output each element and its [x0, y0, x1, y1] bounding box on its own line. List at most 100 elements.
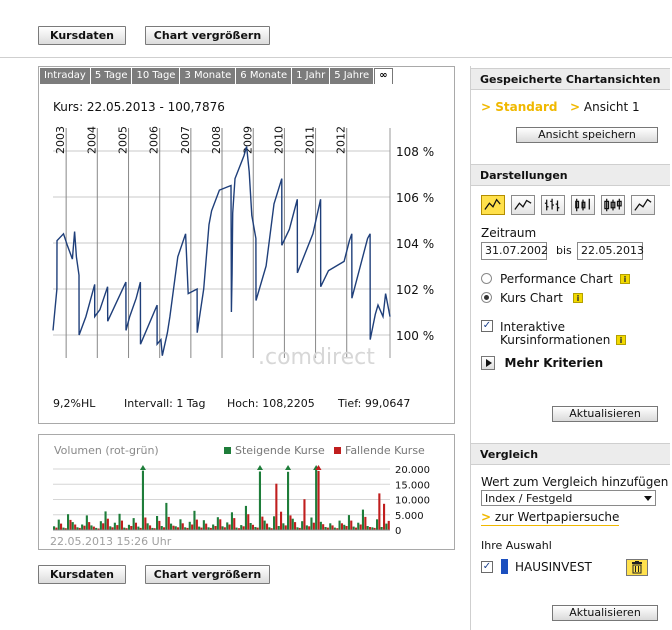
aktualisieren-button-1[interactable]: Aktualisieren — [552, 406, 658, 422]
info-icon[interactable]: i — [620, 274, 630, 284]
kurs-chart-radio[interactable] — [481, 292, 492, 303]
tab-7[interactable]: ∞ — [374, 68, 393, 84]
volume-chart-svg[interactable]: 20.000 15.000 10.000 5.000 0 — [40, 458, 452, 536]
vol-bar-down — [74, 524, 77, 530]
arrow-icon: > — [570, 100, 581, 114]
zeitraum-label: Zeitraum — [481, 226, 537, 240]
ohlc-chart-icon[interactable] — [541, 195, 565, 215]
vol-bar-up — [230, 512, 234, 530]
x-tick-label: 2012 — [335, 126, 348, 154]
candlestick-hollow-icon[interactable] — [571, 195, 595, 215]
vol-bar-up — [160, 526, 163, 530]
view-standard[interactable]: > Standard — [481, 100, 557, 114]
vol-bar-down — [144, 517, 147, 530]
vol-bar-up — [90, 525, 93, 530]
date-to-input[interactable]: 22.05.2013 — [577, 242, 644, 260]
vol-bar-down — [167, 516, 170, 530]
vol-bar-down — [88, 522, 91, 530]
vol-bar-down — [69, 519, 72, 530]
kursdaten-button-bottom[interactable]: Kursdaten — [38, 565, 126, 584]
vol-bar-down — [312, 522, 315, 530]
kurs-chart-label: Kurs Chart — [500, 291, 563, 305]
vol-bar-up — [310, 517, 313, 530]
vol-bar-down — [120, 520, 124, 530]
checkbox-label-line1: Interaktive — [500, 320, 565, 334]
vol-bar-up — [376, 519, 379, 530]
vol-bar-down — [134, 522, 138, 530]
vol-bar-up — [99, 521, 102, 530]
ansicht-speichern-button[interactable]: Ansicht speichern — [516, 127, 658, 143]
chart-vergroessern-button-top[interactable]: Chart vergrößern — [145, 26, 270, 45]
tab-1[interactable]: 5 Tage — [90, 68, 132, 84]
info-icon[interactable]: i — [573, 293, 583, 303]
legend-down-label: Fallende Kurse — [345, 444, 425, 457]
vol-bar-down — [340, 523, 344, 530]
tab-5[interactable]: 1 Jahr — [292, 68, 330, 84]
hausinvest-checkbox[interactable]: ✓ — [481, 561, 493, 573]
vol-bar-down — [364, 516, 367, 530]
legend-up-label: Steigende Kurse — [235, 444, 325, 457]
vol-bar-down — [205, 523, 208, 530]
vol-bar-up — [240, 525, 243, 530]
vol-bar-down — [191, 524, 194, 530]
aktualisieren-button-2[interactable]: Aktualisieren — [552, 605, 658, 621]
mehr-kriterien-toggle[interactable]: Mehr Kriterien — [481, 356, 603, 370]
vol-bar-up — [329, 523, 332, 530]
vol-bar-down — [331, 525, 334, 530]
line-chart-icon[interactable] — [481, 195, 505, 215]
vol-y-tick-label: 20.000 — [395, 465, 430, 476]
vol-bar-down — [195, 519, 198, 530]
vol-y-tick-label: 10.000 — [395, 496, 430, 507]
info-icon[interactable]: i — [616, 335, 626, 345]
ihre-auswahl-label: Ihre Auswahl — [481, 539, 552, 552]
stat-hl: 9,2%HL — [53, 397, 96, 410]
view-ansicht-1[interactable]: > Ansicht 1 — [570, 100, 640, 114]
vol-bar-up — [81, 524, 84, 530]
tab-0[interactable]: Intraday — [40, 68, 90, 84]
tab-6[interactable]: 5 Jahre — [330, 68, 374, 84]
vol-bar-up — [137, 526, 140, 530]
vol-bar-down — [247, 514, 250, 530]
y-tick-label: 104 % — [396, 237, 434, 251]
mountain-chart-icon[interactable] — [511, 195, 535, 215]
tab-3[interactable]: 3 Monate — [180, 68, 236, 84]
checkbox-label-line2: Kursinformationen — [500, 333, 611, 347]
vergleich-select[interactable]: Index / Festgeld — [481, 490, 656, 506]
vol-bar-down — [219, 519, 222, 530]
tab-4[interactable]: 6 Monate — [236, 68, 292, 84]
wertpapiersuche-label: zur Wertpapiersuche — [494, 510, 620, 524]
price-chart-svg[interactable]: 108 % 106 % 104 % 102 % 100 % 2003 2004 2005 200… — [40, 118, 450, 388]
stat-tief: Tief: 99,0647 — [338, 397, 411, 410]
candlestick-icon[interactable] — [601, 195, 625, 215]
performance-chart-label: Performance Chart — [500, 272, 613, 286]
area-chart-icon[interactable] — [631, 195, 655, 215]
hausinvest-label: HAUSINVEST — [515, 560, 592, 574]
vol-bar-up — [193, 510, 196, 530]
vol-bar-down — [106, 518, 109, 530]
chart-vergroessern-button-bottom[interactable]: Chart vergrößern — [145, 565, 270, 584]
vol-bar-up — [361, 509, 365, 530]
vol-bar-down — [284, 525, 287, 530]
vol-bar-down — [181, 523, 184, 530]
vol-bar-up — [165, 502, 168, 530]
vol-bar-up — [226, 522, 229, 530]
vol-bar-up — [141, 470, 145, 530]
interaktive-kursinfo-checkbox[interactable]: ✓ — [481, 320, 493, 332]
price-line — [52, 146, 391, 356]
date-from-input[interactable]: 31.07.2002 — [481, 242, 548, 260]
vol-bar-up — [146, 523, 149, 530]
view-ansicht-1-label: Ansicht 1 — [583, 100, 640, 114]
wertpapiersuche-link[interactable]: > zur Wertpapiersuche — [481, 510, 620, 526]
vol-bar-up — [216, 517, 219, 530]
vol-bar-up — [357, 522, 360, 530]
kursdaten-button-top[interactable]: Kursdaten — [38, 26, 126, 45]
y-tick-label: 108 % — [396, 145, 434, 159]
trash-icon[interactable] — [626, 559, 648, 576]
performance-chart-radio[interactable] — [481, 273, 492, 284]
vol-y-tick-label: 5.000 — [395, 511, 424, 522]
vol-bar-up — [315, 469, 318, 530]
vol-bar-up — [249, 523, 252, 530]
vol-bar-down — [233, 518, 236, 530]
tab-2[interactable]: 10 Tage — [132, 68, 180, 84]
vol-bar-down — [242, 526, 245, 530]
